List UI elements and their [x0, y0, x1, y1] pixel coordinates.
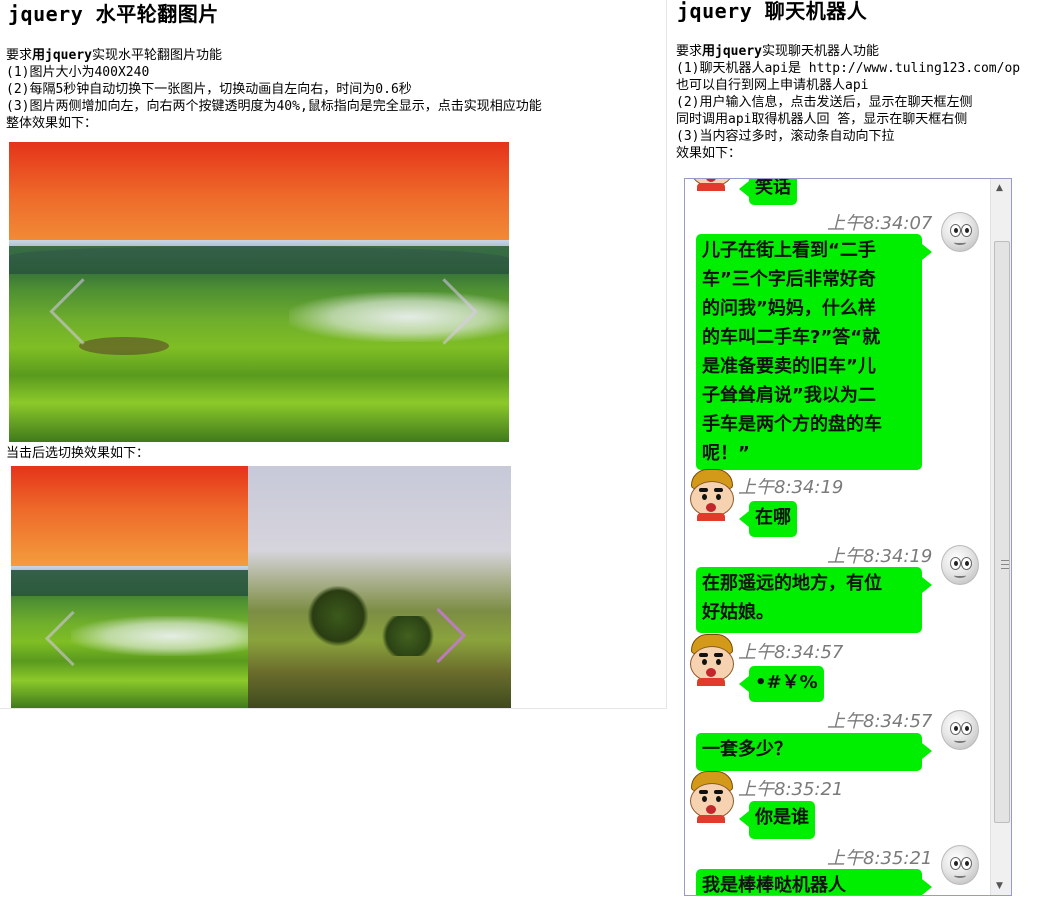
message-line: 是准备要卖的旧车”儿 — [702, 356, 876, 377]
req-line-5: (3)当内容过多时，滚动条自动向下拉 — [676, 129, 895, 144]
message-line: 车”三个字后非常好奇 — [702, 269, 876, 290]
chat-message-user: •#￥% — [739, 666, 824, 702]
carousel-requirements: 要求用jquery实现水平轮翻图片功能 (1)图片大小为400X240 (2)每… — [6, 47, 542, 132]
req-line-6: 效果如下： — [676, 146, 742, 161]
chat-message-user: 在哪 — [739, 501, 797, 537]
message-time: 上午8:35:21 — [738, 779, 844, 800]
message-line: 好姑娘。 — [702, 602, 774, 623]
message-text: 你是谁 — [755, 807, 809, 828]
message-line: 儿子在街上看到“二手 — [702, 240, 876, 261]
carousel-title: jquery 水平轮翻图片 — [8, 2, 219, 26]
message-line: 手车是两个方的盘的车 — [702, 414, 882, 435]
req-line-4: 整体效果如下： — [6, 116, 98, 131]
message-time: 上午8:34:57 — [827, 711, 933, 732]
req-line-4: 同时调用api取得机器人回 答，显示在聊天框右侧 — [676, 112, 968, 127]
chat-message-bot: 在那遥远的地方，有位 好姑娘。 — [696, 567, 932, 633]
intro-prefix: 要求 — [676, 44, 703, 59]
req-line-3: (2)用户输入信息，点击发送后，显示在聊天框左侧 — [676, 95, 973, 110]
carousel-image-1 — [9, 142, 509, 442]
message-text: 笑话 — [755, 178, 791, 198]
robot-avatar — [941, 710, 979, 750]
req-line-2: (2)每隔5秒钟自动切换下一张图片，切换动画自左向右，时间为0.6秒 — [6, 82, 412, 97]
chatbot-requirements: 要求用jquery实现聊天机器人功能 (1)聊天机器人api是 http://w… — [676, 43, 1020, 162]
chat-message-bot: 我是棒棒哒机器人 — [696, 869, 932, 896]
user-avatar — [687, 179, 737, 191]
message-line: 在那遥远的地方，有位 — [702, 573, 882, 594]
intro-suffix: 实现聊天机器人功能 — [761, 44, 879, 59]
robot-avatar — [941, 545, 979, 585]
scrollbar-thumb[interactable] — [994, 241, 1010, 823]
message-line: 的问我”妈妈，什么样 — [702, 298, 876, 319]
req-line-1: (1)图片大小为400X240 — [6, 65, 150, 80]
user-avatar — [687, 771, 737, 823]
robot-avatar — [941, 845, 979, 885]
user-avatar — [687, 469, 737, 521]
carousel-section: jquery 水平轮翻图片 要求用jquery实现水平轮翻图片功能 (1)图片大… — [0, 0, 667, 709]
chatbot-title: jquery 聊天机器人 — [677, 0, 868, 23]
switch-caption: 当击后选切换效果如下： — [6, 446, 150, 461]
scroll-up-icon[interactable]: ▲ — [996, 183, 1003, 193]
robot-avatar — [941, 212, 979, 252]
message-text: 在哪 — [755, 507, 791, 528]
req-line-1: (1)聊天机器人api是 http://www.tuling123.com/op — [676, 61, 1021, 76]
message-time: 上午8:34:57 — [738, 642, 844, 663]
intro-bold: 用jquery — [702, 44, 762, 59]
chat-message-user: 笑话 — [739, 178, 797, 205]
chat-message-bot: 儿子在街上看到“二手 车”三个字后非常好奇 的问我”妈妈，什么样 的车叫二手车?… — [696, 234, 932, 470]
scroll-down-icon[interactable]: ▼ — [996, 881, 1003, 891]
intro-bold: 用jquery — [32, 48, 92, 63]
message-time: 上午8:34:19 — [738, 477, 844, 498]
message-line: 我是棒棒哒机器人 — [702, 875, 846, 896]
user-avatar — [687, 634, 737, 686]
intro-suffix: 实现水平轮翻图片功能 — [91, 48, 222, 63]
carousel-transition — [11, 466, 511, 708]
chat-scrollbar[interactable]: ▲ ▼ — [990, 179, 1011, 895]
message-text: •#￥% — [755, 672, 818, 693]
req-line-2: 也可以自行到网上申请机器人api — [676, 78, 869, 93]
message-line: 一套多少？ — [702, 739, 792, 760]
req-line-3: (3)图片两侧增加向左，向右两个按键透明度为40%,鼠标指向是完全显示，点击实现… — [6, 99, 542, 114]
message-time: 上午8:34:07 — [827, 213, 933, 234]
message-line: 子耸耸肩说”我以为二 — [702, 385, 876, 406]
message-line: 呢！” — [702, 443, 750, 464]
intro-prefix: 要求 — [6, 48, 33, 63]
message-time: 上午8:34:19 — [827, 546, 933, 567]
message-time: 上午8:35:21 — [827, 848, 933, 869]
chat-window[interactable]: 笑话 上午8:34:07 儿子在街上看到“二手 车”三个字后非常好奇 的问我”妈… — [684, 178, 1012, 896]
chat-message-bot: 一套多少？ — [696, 733, 932, 771]
chat-message-user: 你是谁 — [739, 801, 815, 839]
message-line: 的车叫二手车?”答“就 — [702, 327, 881, 348]
